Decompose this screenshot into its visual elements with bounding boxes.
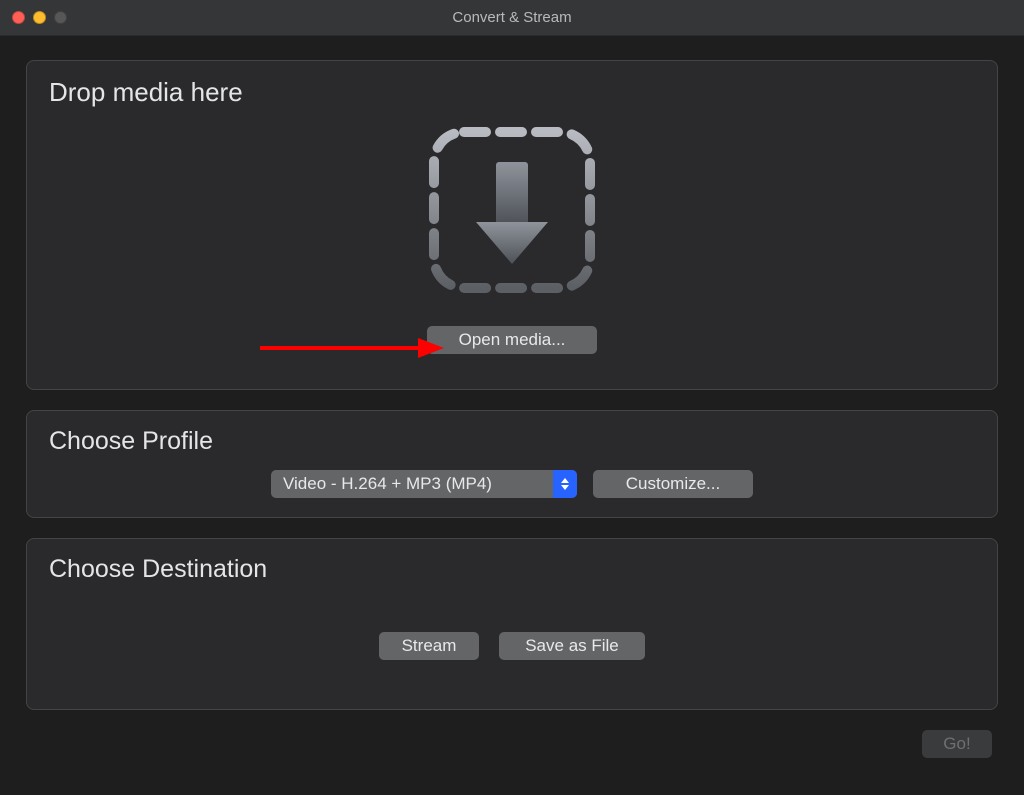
customize-button[interactable]: Customize... bbox=[593, 470, 753, 498]
footer: Go! bbox=[26, 730, 998, 758]
go-button[interactable]: Go! bbox=[922, 730, 992, 758]
profile-panel: Choose Profile Video - H.264 + MP3 (MP4)… bbox=[26, 410, 998, 518]
window-titlebar: Convert & Stream bbox=[0, 0, 1024, 36]
destination-heading: Choose Destination bbox=[27, 539, 997, 584]
profile-select-value: Video - H.264 + MP3 (MP4) bbox=[271, 474, 553, 494]
profile-heading: Choose Profile bbox=[27, 411, 997, 456]
profile-row: Video - H.264 + MP3 (MP4) Customize... bbox=[27, 470, 997, 498]
save-as-file-button[interactable]: Save as File bbox=[499, 632, 645, 660]
window-title: Convert & Stream bbox=[0, 9, 1024, 26]
stream-button[interactable]: Stream bbox=[379, 632, 479, 660]
drop-arrow-icon bbox=[424, 122, 600, 298]
profile-select[interactable]: Video - H.264 + MP3 (MP4) bbox=[271, 470, 577, 498]
drop-target[interactable]: Open media... bbox=[424, 122, 600, 354]
drop-media-heading: Drop media here bbox=[27, 61, 997, 108]
drop-media-panel: Drop media here bbox=[26, 60, 998, 390]
content-area: Drop media here bbox=[0, 36, 1024, 758]
select-chevrons-icon bbox=[553, 470, 577, 498]
destination-panel: Choose Destination Stream Save as File bbox=[26, 538, 998, 710]
open-media-button[interactable]: Open media... bbox=[427, 326, 597, 354]
destination-row: Stream Save as File bbox=[27, 632, 997, 660]
